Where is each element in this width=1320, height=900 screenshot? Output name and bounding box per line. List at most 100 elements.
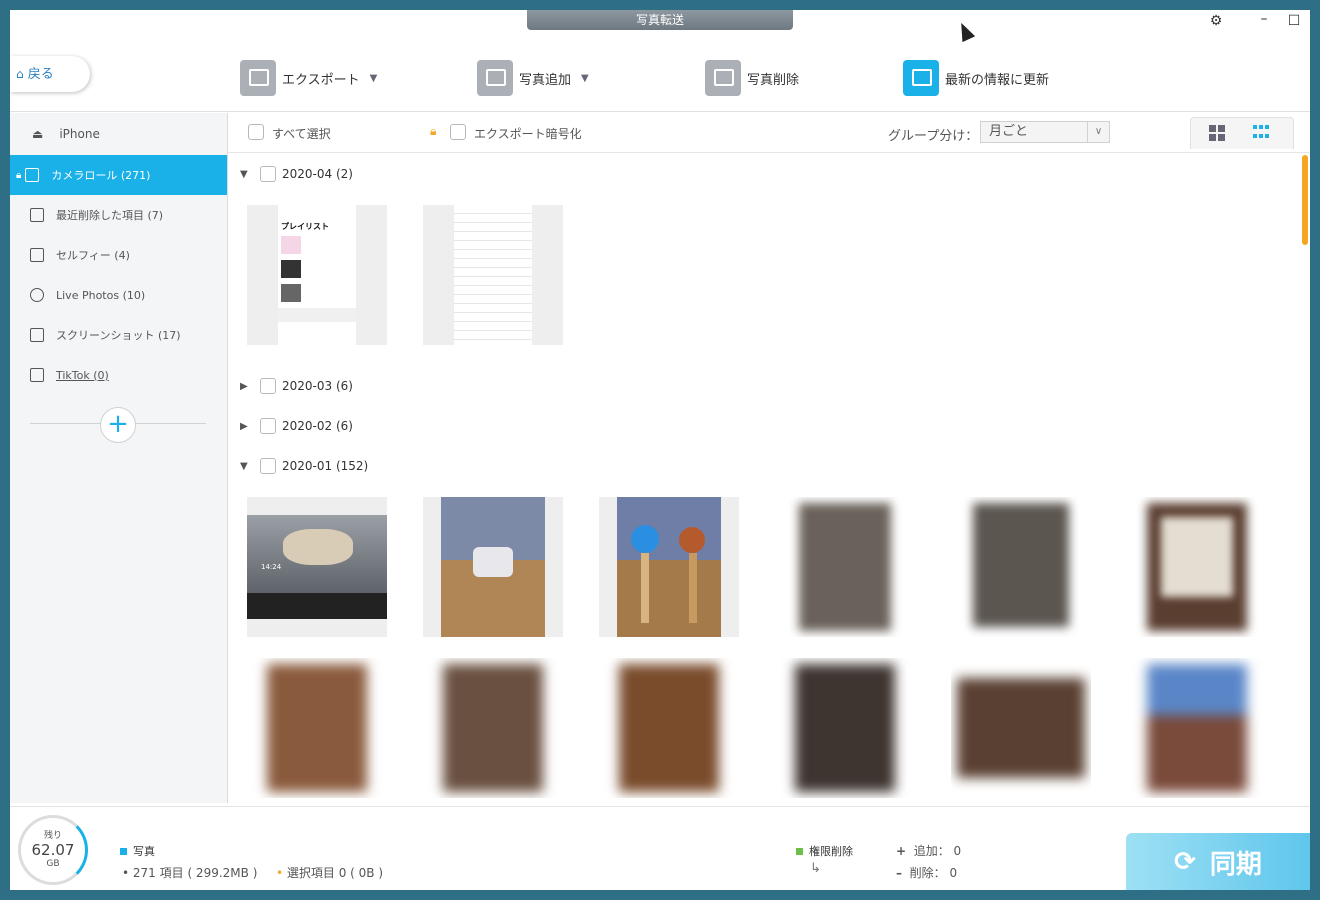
sidebar-item-recently-deleted[interactable]: 最近削除した項目 (7): [10, 195, 227, 235]
expand-icon[interactable]: ▶: [240, 381, 254, 392]
storage-value: 62.07: [31, 841, 75, 859]
photo-thumbnail[interactable]: [951, 658, 1091, 798]
delete-count: – 削除： 0: [896, 864, 957, 881]
group-header-2020-01[interactable]: ▼ 2020-01 (152): [240, 456, 368, 476]
permission-legend: 権限削除: [796, 843, 853, 859]
storage-gauge: 残り 62.07 GB: [18, 815, 88, 885]
back-label: 戻る: [27, 67, 54, 82]
sync-label: 同期: [1209, 849, 1262, 880]
photo-thumbnail[interactable]: 14:24: [247, 497, 387, 637]
add-photo-label: 写真追加: [519, 72, 572, 88]
group-by-select[interactable]: 月ごと ∨: [980, 121, 1110, 143]
view-toggle: [1190, 117, 1294, 149]
expand-icon[interactable]: ▶: [240, 421, 254, 432]
permission-label: 権限削除: [809, 845, 853, 858]
photo-thumbnail[interactable]: プレイリスト: [247, 205, 387, 345]
delete-photo-label: 写真削除: [747, 72, 800, 88]
screenshot-icon: [30, 328, 44, 342]
refresh-button[interactable]: 最新の情報に更新: [903, 60, 1049, 96]
photo-thumbnail[interactable]: [247, 658, 387, 798]
group-checkbox[interactable]: [260, 418, 276, 434]
permission-dot: [796, 848, 803, 855]
sidebar-item-tiktok[interactable]: TikTok (0): [10, 355, 227, 395]
photo-thumbnail[interactable]: [423, 205, 563, 345]
group-checkbox[interactable]: [260, 458, 276, 474]
sidebar-item-label: Live Photos (10): [56, 288, 146, 302]
group-label: 2020-04: [282, 167, 333, 181]
large-grid-icon[interactable]: [1209, 125, 1225, 141]
photo-thumbnail[interactable]: [1127, 658, 1267, 798]
toolbar: ⌂ 戻る エクスポート ▼ 写真追加 ▼ 写真削除 最新の情報に更新: [10, 30, 1310, 112]
refresh-label: 最新の情報に更新: [945, 72, 1050, 88]
window-title: 写真転送: [527, 10, 793, 30]
photo-thumbnail[interactable]: [599, 658, 739, 798]
sidebar-item-camera-roll[interactable]: 🔒︎ カメラロール (271): [10, 155, 227, 195]
group-count: (2): [335, 167, 353, 181]
sidebar-item-selfie[interactable]: セルフィー (4): [10, 235, 227, 275]
photo-thumbnail[interactable]: [775, 658, 915, 798]
delete-photo-icon: [705, 60, 741, 96]
person-icon: [30, 248, 44, 262]
sidebar-item-live-photos[interactable]: Live Photos (10): [10, 275, 227, 315]
settings-icon[interactable]: ⚙: [1206, 13, 1226, 29]
group-label: 2020-03: [282, 379, 333, 393]
items-info: • 271 項目 ( 299.2MB ): [122, 866, 258, 880]
delete-photo-button[interactable]: 写真削除: [705, 60, 799, 96]
back-button[interactable]: ⌂ 戻る: [10, 56, 90, 92]
sidebar-item-label: カメラロール (271): [51, 169, 151, 182]
refresh-icon: [903, 60, 939, 96]
chevron-down-icon[interactable]: ▼: [370, 73, 378, 84]
collapse-icon[interactable]: ▼: [240, 169, 254, 180]
photo-thumbnail[interactable]: [951, 497, 1091, 637]
group-count: (6): [335, 419, 353, 433]
device-name: iPhone: [59, 127, 100, 141]
scrollbar[interactable]: [1302, 155, 1308, 245]
maximize-icon[interactable]: ☐: [1284, 13, 1304, 29]
items-text: 271 項目 ( 299.2MB ): [132, 866, 258, 880]
export-encrypt-label: エクスポート暗号化: [474, 127, 582, 141]
small-grid-icon[interactable]: [1253, 125, 1269, 141]
sidebar-item-label: スクリーンショット (17): [56, 329, 181, 342]
app-window: 写真転送 ⚙ – ☐ ⌂ 戻る エクスポート ▼ 写真追加 ▼ 写真削除 最新の情報…: [10, 10, 1310, 890]
photo-thumbnail[interactable]: [423, 497, 563, 637]
add-photo-button[interactable]: 写真追加 ▼: [477, 60, 589, 96]
export-label: エクスポート: [282, 72, 360, 88]
group-checkbox[interactable]: [260, 378, 276, 394]
photo-thumbnail[interactable]: [423, 658, 563, 798]
status-bar: 残り 62.07 GB 写真 • 271 項目 ( 299.2MB ) • 選択…: [10, 806, 1310, 890]
sidebar-item-screenshots[interactable]: スクリーンショット (17): [10, 315, 227, 355]
sidebar-item-label: セルフィー (4): [56, 249, 130, 262]
camera-icon: [25, 168, 40, 182]
device-row[interactable]: ⏏ iPhone: [10, 113, 227, 155]
sync-button[interactable]: ⟳ 同期: [1126, 833, 1310, 890]
thumb-caption: プレイリスト: [281, 222, 329, 231]
export-encrypt-checkbox[interactable]: [450, 124, 466, 140]
delete-count-text: 削除： 0: [909, 866, 958, 880]
plus-icon: +: [896, 844, 907, 858]
sidebar-item-label: 最近削除した項目 (7): [56, 209, 164, 222]
photo-dot: [120, 848, 127, 855]
export-button[interactable]: エクスポート ▼: [240, 60, 377, 96]
group-header-2020-04[interactable]: ▼ 2020-04 (2): [240, 164, 353, 184]
collapse-icon[interactable]: ▼: [240, 461, 254, 472]
selected-text: 選択項目 0 ( 0B ): [286, 866, 384, 880]
filter-bar: すべて選択 🔒︎ エクスポート暗号化 グループ分け： 月ごと ∨: [228, 113, 1310, 153]
photo-thumbnail[interactable]: [775, 497, 915, 637]
plus-icon: +: [107, 409, 129, 439]
group-header-2020-03[interactable]: ▶ 2020-03 (6): [240, 376, 353, 396]
group-by-value: 月ごと: [989, 124, 1029, 139]
select-all-checkbox[interactable]: [248, 124, 264, 140]
add-album-button[interactable]: +: [100, 407, 136, 443]
storage-label: 残り: [43, 831, 62, 841]
group-checkbox[interactable]: [260, 166, 276, 182]
group-label: 2020-01: [282, 459, 333, 473]
add-photo-icon: [477, 60, 513, 96]
group-by-label: グループ分け：: [888, 129, 979, 144]
group-header-2020-02[interactable]: ▶ 2020-02 (6): [240, 416, 353, 436]
eject-icon[interactable]: ⏏: [32, 127, 43, 141]
minimize-icon[interactable]: –: [1254, 11, 1274, 27]
chevron-down-icon[interactable]: ▼: [581, 73, 589, 84]
photo-thumbnail[interactable]: [1127, 497, 1267, 637]
add-count: + 追加： 0: [896, 842, 961, 859]
photo-thumbnail[interactable]: [599, 497, 739, 637]
